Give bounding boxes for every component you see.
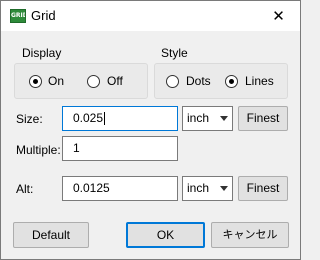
chevron-down-icon — [220, 186, 228, 191]
cancel-button[interactable]: キャンセル — [211, 222, 289, 248]
alt-input[interactable]: 0.0125 — [62, 176, 178, 201]
display-panel: On Off — [14, 63, 148, 99]
display-group-label: Display — [22, 46, 62, 60]
grid-app-icon: GRID — [10, 9, 26, 23]
style-panel: Dots Lines — [154, 63, 288, 99]
style-dots-label[interactable]: Dots — [186, 74, 211, 88]
size-finest-button[interactable]: Finest — [238, 106, 288, 131]
multiple-label: Multiple: — [16, 143, 61, 157]
chevron-down-icon — [220, 116, 228, 121]
window-title: Grid — [31, 8, 56, 23]
title-bar: GRID Grid ✕ — [1, 1, 300, 31]
ok-button[interactable]: OK — [126, 222, 205, 248]
alt-unit-value: inch — [187, 181, 210, 195]
grid-dialog: GRID Grid ✕ Display On Off Style Dots Li… — [0, 0, 301, 260]
text-caret — [104, 112, 106, 126]
multiple-value: 1 — [73, 141, 80, 155]
alt-value: 0.0125 — [73, 181, 110, 195]
style-group-label: Style — [161, 46, 188, 60]
size-input[interactable]: 0.025 — [62, 106, 178, 131]
size-value: 0.025 — [73, 111, 104, 125]
size-label: Size: — [16, 112, 43, 126]
alt-label: Alt: — [16, 182, 34, 196]
style-lines-label[interactable]: Lines — [245, 74, 274, 88]
display-off-label[interactable]: Off — [107, 74, 123, 88]
display-on-radio[interactable] — [29, 75, 42, 88]
size-unit-value: inch — [187, 111, 210, 125]
alt-unit-select[interactable]: inch — [182, 176, 233, 201]
display-on-label[interactable]: On — [48, 74, 64, 88]
style-dots-radio[interactable] — [166, 75, 179, 88]
display-off-radio[interactable] — [87, 75, 100, 88]
alt-finest-button[interactable]: Finest — [238, 176, 288, 201]
default-button[interactable]: Default — [13, 222, 89, 248]
size-unit-select[interactable]: inch — [182, 106, 233, 131]
close-icon[interactable]: ✕ — [257, 1, 300, 31]
style-lines-radio[interactable] — [225, 75, 238, 88]
multiple-input[interactable]: 1 — [62, 136, 178, 161]
